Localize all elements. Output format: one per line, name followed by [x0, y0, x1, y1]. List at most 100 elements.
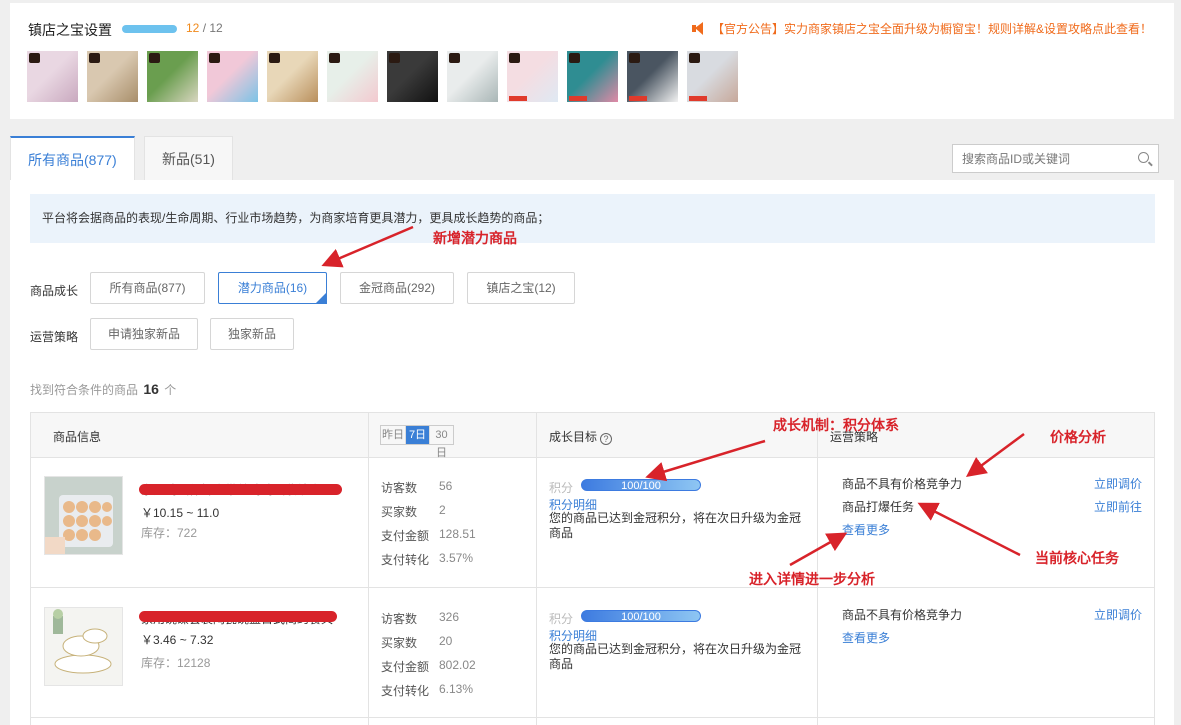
product-thumbnail[interactable] [687, 51, 738, 102]
product-thumbnail[interactable] [147, 51, 198, 102]
product-thumbnail[interactable] [87, 51, 138, 102]
metric-value: 3.57% [439, 551, 474, 565]
strategy-text: 商品不具有价格竞争力 [842, 477, 963, 491]
metric-label: 支付金额 [381, 529, 430, 543]
tab-new-products[interactable]: 新品(51) [144, 136, 233, 181]
promo-tag [629, 96, 647, 101]
annotation-core-task: 当前核心任务 [1035, 550, 1119, 566]
product-thumbnail[interactable] [267, 51, 318, 102]
crown-badge-icon [329, 53, 340, 63]
filter-apply-exclusive-new[interactable]: 申请独家新品 [90, 318, 198, 350]
metric-label: 买家数 [381, 636, 418, 650]
filter-store-treasure[interactable]: 镇店之宝(12) [467, 272, 575, 304]
growth-goal-text: 您的商品已达到金冠积分，将在次日升级为金冠商品 [549, 511, 802, 540]
metric-label: 买家数 [381, 505, 418, 519]
promo-tag [689, 96, 707, 101]
table-row: 家用碗碟套装陶瓷碗盘日式简约餐具 ￥3.46 ~ 7.32 库存：12128 访… [31, 588, 1154, 718]
official-notice[interactable]: 【官方公告】实力商家镇店之宝全面升级为橱窗宝！规则详解&设置攻略点此查看！ [691, 20, 1152, 37]
tab-all-products[interactable]: 所有商品(877) [10, 136, 135, 182]
annotation-new-potential: 新增潜力商品 [433, 230, 517, 246]
growth-filter-label: 商品成长 [30, 284, 79, 298]
product-thumbnail[interactable] [507, 51, 558, 102]
annotation-growth-mechanism: 成长机制：积分体系 [773, 417, 899, 433]
info-banner: 平台将会据商品的表现/生命周期、行业市场趋势，为商家培育更具潜力，更具成长趋势的… [30, 194, 1155, 243]
product-thumbnail[interactable] [447, 51, 498, 102]
crown-badge-icon [89, 53, 100, 63]
product-price: ￥3.46 ~ 7.32 [141, 633, 214, 647]
crown-badge-icon [629, 53, 640, 63]
strategy-text: 商品不具有价格竞争力 [842, 608, 963, 622]
metric-value: 128.51 [439, 527, 476, 541]
product-thumbnail[interactable] [567, 51, 618, 102]
store-treasure-progress-bar [122, 25, 177, 33]
metric-value: 20 [439, 634, 453, 648]
product-thumbnail[interactable] [327, 51, 378, 102]
promo-tag [569, 96, 587, 101]
growth-goal-text: 您的商品已达到金冠积分，将在次日升级为金冠商品 [549, 642, 802, 671]
table-header: 商品信息 昨日 7日 30日 成长目标? 运营策略 [31, 413, 1154, 459]
product-image[interactable] [44, 476, 123, 555]
strategy-filter-label: 运营策略 [30, 330, 79, 344]
metric-value: 326 [439, 610, 460, 624]
product-thumbnail[interactable] [27, 51, 78, 102]
crown-badge-icon [449, 53, 460, 63]
speaker-icon [691, 22, 704, 35]
header-product-info: 商品信息 [53, 430, 102, 444]
product-thumbnail[interactable] [387, 51, 438, 102]
redaction-mark [139, 484, 342, 495]
adjust-price-link[interactable]: 立即调价 [1094, 475, 1142, 492]
crown-badge-icon [269, 53, 280, 63]
redaction-mark [139, 611, 337, 622]
notice-text: 【官方公告】实力商家镇店之宝全面升级为橱窗宝！规则详解&设置攻略点此查看！ [711, 22, 1152, 36]
result-count: 找到符合条件的商品 16 个 [30, 381, 177, 397]
view-more-link[interactable]: 查看更多 [842, 629, 890, 646]
period-30-days[interactable]: 30日 [429, 426, 453, 459]
filter-potential-products[interactable]: 潜力商品(16) [218, 272, 327, 304]
crown-badge-icon [509, 53, 520, 63]
filter-gold-crown-products[interactable]: 金冠商品(292) [340, 272, 454, 304]
crown-badge-icon [149, 53, 160, 63]
metric-value: 2 [439, 503, 446, 517]
annotation-price-analysis: 价格分析 [1050, 429, 1106, 445]
view-more-link[interactable]: 查看更多 [842, 521, 890, 538]
product-image[interactable] [44, 607, 123, 686]
promo-tag [509, 96, 527, 101]
search-icon[interactable] [1138, 152, 1149, 163]
help-icon[interactable]: ? [600, 433, 613, 445]
metric-label: 访客数 [381, 612, 418, 626]
crown-badge-icon [29, 53, 40, 63]
product-thumbnail[interactable] [627, 51, 678, 102]
metric-value: 802.02 [439, 658, 476, 672]
header-growth-goal: 成长目标? [549, 428, 613, 445]
strategy-text: 商品打爆任务 [842, 500, 915, 514]
metric-label: 支付金额 [381, 660, 430, 674]
store-treasure-thumbnails [27, 51, 738, 102]
metric-label: 支付转化 [381, 553, 430, 567]
crown-badge-icon [689, 53, 700, 63]
metric-label: 访客数 [381, 481, 418, 495]
search-input[interactable] [953, 145, 1123, 172]
score-label: 积分 [549, 612, 574, 626]
go-now-link[interactable]: 立即前往 [1094, 498, 1142, 515]
filter-exclusive-new[interactable]: 独家新品 [210, 318, 294, 350]
period-yesterday[interactable]: 昨日 [381, 426, 405, 444]
crown-badge-icon [389, 53, 400, 63]
product-thumbnail[interactable] [207, 51, 258, 102]
store-treasure-title: 镇店之宝设置 [28, 22, 112, 38]
score-bar: 100/100 [581, 610, 701, 623]
product-stock: 库存：722 [141, 526, 198, 540]
crown-badge-icon [569, 53, 580, 63]
period-toggle[interactable]: 昨日 7日 30日 [380, 425, 454, 459]
score-label: 积分 [549, 481, 574, 495]
score-bar: 100/100 [581, 479, 701, 492]
product-price: ￥10.15 ~ 11.0 [141, 506, 220, 520]
product-stock: 库存：12128 [141, 656, 211, 670]
period-7-days[interactable]: 7日 [405, 426, 429, 444]
store-treasure-panel: 镇店之宝设置 12 / 12 【官方公告】实力商家镇店之宝全面升级为橱窗宝！规则… [10, 3, 1174, 119]
product-table: 商品信息 昨日 7日 30日 成长目标? 运营策略 家用鸡蛋保鲜盒带盖鸡鸡蛋收 [30, 412, 1155, 725]
crown-badge-icon [209, 53, 220, 63]
adjust-price-link[interactable]: 立即调价 [1094, 606, 1142, 623]
search-box[interactable] [952, 144, 1159, 173]
filter-all-products[interactable]: 所有商品(877) [90, 272, 205, 304]
metric-value: 6.13% [439, 682, 474, 696]
